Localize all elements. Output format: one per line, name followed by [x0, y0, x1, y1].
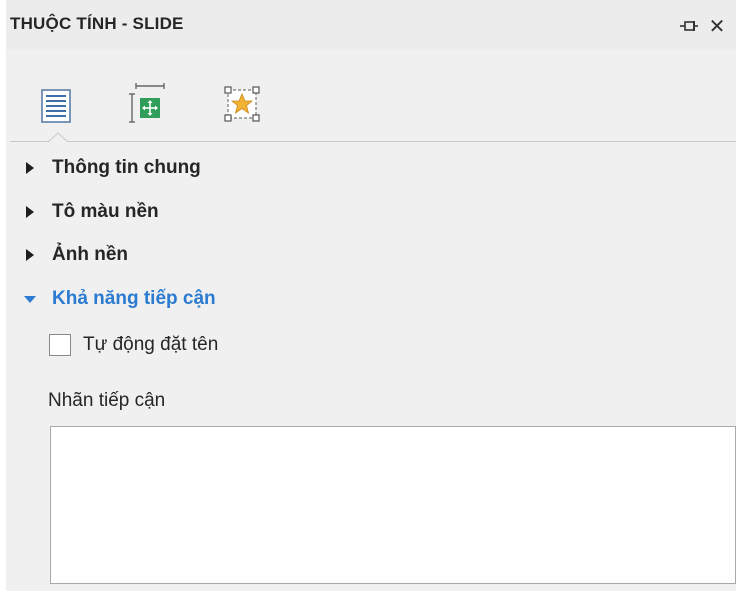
section-label: Khả năng tiếp cận — [52, 288, 216, 309]
collapse-arrow-icon — [24, 296, 36, 303]
section-label: Tô màu nền — [52, 201, 159, 222]
expand-arrow-icon — [26, 206, 34, 218]
auto-name-checkbox[interactable] — [49, 334, 71, 356]
property-tabs — [6, 50, 736, 142]
tab-size-position[interactable] — [124, 76, 180, 132]
pane-titlebar: THUỘC TÍNH - SLIDE ✕ — [6, 0, 736, 50]
auto-name-label: Tự động đặt tên — [83, 334, 219, 355]
pin-icon[interactable] — [678, 16, 700, 38]
auto-name-row[interactable]: Tự động đặt tên — [49, 331, 218, 359]
alt-text-label: Nhãn tiếp cận — [48, 390, 166, 411]
properties-pane: THUỘC TÍNH - SLIDE ✕ Thông tin chung Tô … — [6, 0, 736, 591]
alt-text-field[interactable] — [50, 426, 736, 584]
section-background-fill[interactable]: Tô màu nền — [24, 197, 159, 227]
section-label: Thông tin chung — [52, 157, 201, 178]
section-label: Ảnh nền — [52, 244, 128, 265]
section-accessibility[interactable]: Khả năng tiếp cận — [24, 284, 216, 314]
expand-arrow-icon — [26, 162, 34, 174]
tab-divider — [10, 141, 736, 142]
effects-star-icon — [224, 86, 260, 122]
close-icon[interactable]: ✕ — [706, 16, 728, 38]
section-general-info[interactable]: Thông tin chung — [24, 153, 201, 183]
tab-list-properties[interactable] — [32, 76, 88, 132]
list-properties-icon — [41, 89, 71, 123]
expand-arrow-icon — [26, 249, 34, 261]
size-position-icon — [129, 83, 165, 123]
section-background-image[interactable]: Ảnh nền — [24, 240, 128, 270]
pane-title: THUỘC TÍNH - SLIDE — [10, 14, 184, 33]
tab-effects[interactable] — [216, 76, 272, 132]
selected-tab-pointer — [48, 132, 68, 143]
